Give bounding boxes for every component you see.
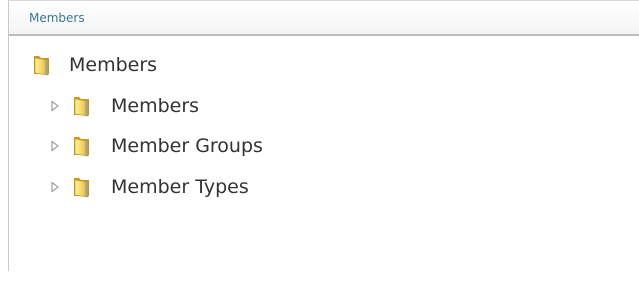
- folder-icon: [73, 135, 91, 157]
- folder-icon: [73, 176, 91, 198]
- folder-icon: [33, 54, 51, 76]
- expand-arrow-icon[interactable]: [49, 181, 61, 193]
- tree-node-label[interactable]: Member Groups: [111, 135, 263, 157]
- tree-node-label[interactable]: Member Types: [111, 176, 249, 198]
- folder-icon: [73, 95, 91, 117]
- expand-arrow-icon[interactable]: [49, 140, 61, 152]
- tree-node-label[interactable]: Members: [111, 95, 199, 117]
- tree-node-member-types[interactable]: Member Types: [49, 174, 249, 200]
- panel-header: Members: [9, 1, 639, 36]
- panel-title: Members: [29, 11, 85, 25]
- tree-node-label[interactable]: Members: [69, 54, 157, 76]
- members-panel: Members Members Members Member Groups Me…: [8, 0, 639, 271]
- tree-node-member-groups[interactable]: Member Groups: [49, 133, 263, 159]
- expand-arrow-icon[interactable]: [49, 100, 61, 112]
- tree-node-members[interactable]: Members: [49, 93, 199, 119]
- tree-node-root-members[interactable]: Members: [33, 52, 157, 78]
